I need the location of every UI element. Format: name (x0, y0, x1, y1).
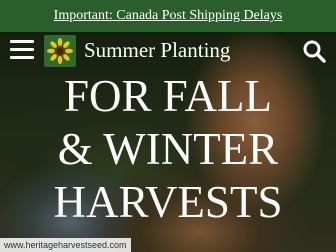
headline-line-1: FOR FALL (64, 71, 272, 121)
announcement-bar: Important: Canada Post Shipping Delays (0, 0, 336, 32)
headline-line-2: & WINTER (57, 124, 279, 174)
headline-line-3: HARVESTS (53, 177, 283, 227)
page: Important: Canada Post Shipping Delays S… (0, 0, 336, 252)
site-header: Summer Planting (0, 32, 336, 70)
hamburger-menu-icon[interactable] (10, 40, 34, 60)
site-title[interactable]: Summer Planting (84, 38, 230, 63)
search-icon-graphic (303, 40, 326, 63)
sunflower-logo-icon (47, 38, 73, 64)
hero-headline: FOR FALL & WINTER HARVESTS (0, 70, 336, 229)
site-logo[interactable] (44, 35, 76, 67)
announcement-link[interactable]: Important: Canada Post Shipping Delays (54, 8, 283, 24)
search-icon[interactable] (302, 39, 326, 63)
image-credit: www.heritageharvestseed.com (0, 238, 131, 252)
